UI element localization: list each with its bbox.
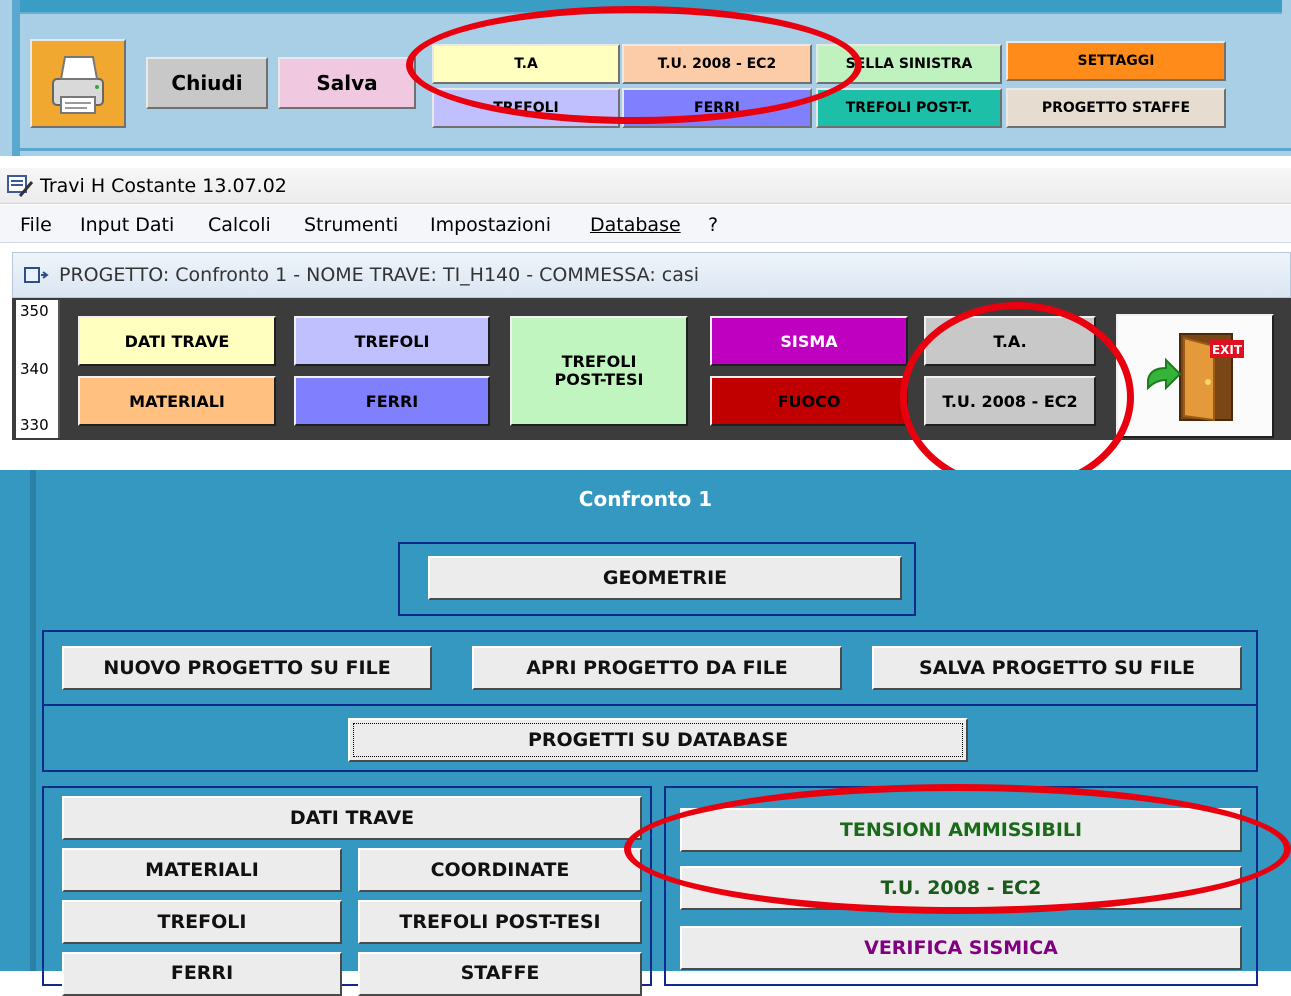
menu-strumenti[interactable]: Strumenti (304, 214, 398, 236)
ferri-button[interactable]: FERRI (62, 952, 342, 996)
trefoli-post-tesi-button[interactable]: TREFOLI POST-TESI (358, 900, 642, 944)
staffe-button[interactable]: STAFFE (358, 952, 642, 996)
trefoli-button[interactable]: TREFOLI (432, 88, 620, 128)
menu-calcoli[interactable]: Calcoli (208, 214, 271, 236)
ribbon-sisma-button[interactable]: SISMA (710, 316, 908, 366)
ta-button[interactable]: T.A (432, 44, 620, 84)
document-icon (24, 267, 49, 283)
geometrie-button[interactable]: GEOMETRIE (428, 556, 902, 600)
top-toolbar-panel: Chiudi Salva T.A T.U. 2008 - EC2 SELLA S… (0, 0, 1291, 156)
ribbon-ta-button[interactable]: T.A. (924, 316, 1096, 366)
verifica-sismica-button[interactable]: VERIFICA SISMICA (680, 926, 1242, 970)
menu-file[interactable]: File (20, 214, 52, 236)
ferri-button[interactable]: FERRI (622, 88, 812, 128)
apri-progetto-button[interactable]: APRI PROGETTO DA FILE (472, 646, 842, 690)
document-titlebar: PROGETTO: Confronto 1 - NOME TRAVE: TI_H… (12, 252, 1291, 298)
panel-left-border (30, 470, 36, 971)
progetto-staffe-button[interactable]: PROGETTO STAFFE (1006, 88, 1226, 128)
button-label-line: TREFOLI (561, 352, 637, 371)
chiudi-button[interactable]: Chiudi (146, 57, 268, 109)
nuovo-progetto-button[interactable]: NUOVO PROGETTO SU FILE (62, 646, 432, 690)
axis-tick-label: 330 (20, 416, 49, 434)
axis-tick-label: 340 (20, 360, 49, 378)
left-border (12, 0, 20, 156)
project-name: Confronto 1 (578, 487, 713, 511)
salva-progetto-button[interactable]: SALVA PROGETTO SU FILE (872, 646, 1242, 690)
button-label-line: POST-TESI (554, 370, 644, 389)
ribbon-ferri-button[interactable]: FERRI (294, 376, 490, 426)
menu-database[interactable]: Database (590, 214, 681, 236)
top-border (18, 0, 1282, 14)
tensioni-ammissibili-button[interactable]: TENSIONI AMMISSIBILI (680, 808, 1242, 852)
materiali-button[interactable]: MATERIALI (62, 848, 342, 892)
trefoli-post-button[interactable]: TREFOLI POST-T. (816, 88, 1002, 128)
progetti-database-button[interactable]: PROGETTI SU DATABASE (348, 718, 968, 762)
exit-sign-label: EXIT (1212, 343, 1243, 357)
window-title: Travi H Costante 13.07.02 (40, 175, 287, 197)
print-button[interactable] (30, 39, 126, 128)
printer-icon (52, 55, 104, 114)
menu-bar: File Input Dati Calcoli Strumenti Impost… (0, 205, 1291, 243)
settaggi-button[interactable]: SETTAGGI (1006, 41, 1226, 81)
salva-button[interactable]: Salva (278, 57, 416, 109)
menu-help[interactable]: ? (708, 214, 718, 236)
ribbon-materiali-button[interactable]: MATERIALI (78, 376, 276, 426)
menu-input-dati[interactable]: Input Dati (80, 214, 174, 236)
exit-door-icon: EXIT (1147, 333, 1244, 422)
ribbon-trefoli-post-tesi-button[interactable]: TREFOLI POST-TESI (510, 316, 688, 426)
ribbon-tu2008-button[interactable]: T.U. 2008 - EC2 (924, 376, 1096, 426)
app-icon (7, 175, 34, 197)
tu2008-button[interactable]: T.U. 2008 - EC2 (622, 44, 812, 84)
chart-axis-strip: 350 340 330 (16, 300, 60, 438)
ribbon-fuoco-button[interactable]: FUOCO (710, 376, 908, 426)
axis-tick-label: 350 (20, 302, 49, 320)
ribbon-trefoli-button[interactable]: TREFOLI (294, 316, 490, 366)
dati-trave-button[interactable]: DATI TRAVE (62, 796, 642, 840)
sella-sinistra-button[interactable]: SELLA SINISTRA (816, 44, 1002, 84)
document-title: PROGETTO: Confronto 1 - NOME TRAVE: TI_H… (59, 264, 700, 286)
ribbon-dati-trave-button[interactable]: DATI TRAVE (78, 316, 276, 366)
coordinate-button[interactable]: COORDINATE (358, 848, 642, 892)
window-titlebar: Travi H Costante 13.07.02 (0, 168, 1291, 204)
menu-impostazioni[interactable]: Impostazioni (430, 214, 551, 236)
tu2008-ec2-button[interactable]: T.U. 2008 - EC2 (680, 866, 1242, 910)
exit-button[interactable]: EXIT (1116, 314, 1274, 438)
trefoli-button[interactable]: TREFOLI (62, 900, 342, 944)
frame-divider (42, 704, 1258, 706)
bottom-border (12, 148, 1291, 151)
